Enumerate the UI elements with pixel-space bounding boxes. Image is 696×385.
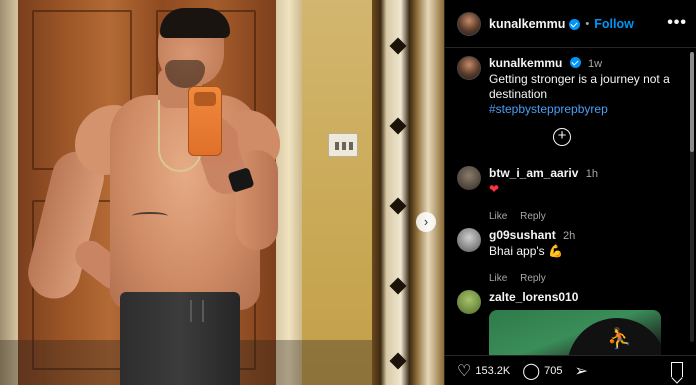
author-avatar[interactable] xyxy=(457,11,481,36)
chest-tattoo xyxy=(132,212,168,220)
post-photo[interactable]: › xyxy=(0,0,444,385)
commenter-username[interactable]: zalte_lorens010 xyxy=(489,290,578,304)
comment-text: Bhai app's 💪 xyxy=(489,244,563,258)
verified-badge-icon xyxy=(569,19,581,30)
comment-actions: Like Reply xyxy=(489,209,598,224)
commenter-username[interactable]: btw_i_am_aariv xyxy=(489,166,578,180)
caption-body: kunalkemmu 1w Getting stronger is a jour… xyxy=(489,56,677,117)
mirror-frame xyxy=(372,0,444,385)
comment-time: 2h xyxy=(563,230,576,242)
comment-count[interactable]: 705 xyxy=(544,365,562,377)
separator-dot: • xyxy=(585,17,590,30)
light-switch xyxy=(328,133,358,157)
like-comment-button[interactable]: Like xyxy=(489,211,507,222)
commenter-username[interactable]: g09sushant xyxy=(489,228,556,242)
caption-text: Getting stronger is a journey not a dest… xyxy=(489,72,670,101)
smartphone xyxy=(188,86,222,156)
heart-icon[interactable]: ♡ xyxy=(457,361,471,381)
commenter-avatar[interactable] xyxy=(457,166,481,190)
chevron-right-icon[interactable]: › xyxy=(416,212,436,232)
bookmark-icon[interactable] xyxy=(671,362,683,377)
author-username[interactable]: kunalkemmu xyxy=(489,17,565,31)
comment-image[interactable]: ⛹ xyxy=(489,310,661,355)
scrollbar-thumb[interactable] xyxy=(690,52,694,152)
post-viewer: › kunalkemmu • Follow ••• kunalkemmu 1w … xyxy=(0,0,696,385)
post-side-panel: kunalkemmu • Follow ••• kunalkemmu 1w Ge… xyxy=(444,0,696,385)
commenter-avatar[interactable] xyxy=(457,228,481,252)
jumpman-logo-icon: ⛹ xyxy=(607,328,632,350)
caption-hashtag[interactable]: #stepbystepprepbyrep xyxy=(489,102,608,116)
person-figure xyxy=(0,0,320,385)
hair xyxy=(160,8,230,38)
phone-camera xyxy=(194,92,216,106)
post-header: kunalkemmu • Follow ••• xyxy=(445,0,696,48)
black-shorts xyxy=(120,292,240,385)
comment-item: btw_i_am_aariv 1h ❤ Like Reply xyxy=(457,166,677,224)
commenter-avatar[interactable] xyxy=(457,290,481,314)
reply-comment-button[interactable]: Reply xyxy=(520,211,546,222)
shorts-drawstring xyxy=(190,300,204,322)
like-comment-button[interactable]: Like xyxy=(489,273,507,284)
post-actions-bar: ♡ 153.2K ◯ 705 ➢ xyxy=(445,355,696,385)
comment-item: g09sushant 2h Bhai app's 💪 Like Reply xyxy=(457,228,677,286)
verified-badge-icon xyxy=(569,57,581,68)
comment-actions: Like Reply xyxy=(489,271,575,286)
comment-body: g09sushant 2h Bhai app's 💪 Like Reply xyxy=(489,228,575,286)
reply-comment-button[interactable]: Reply xyxy=(520,273,546,284)
comment-icon[interactable]: ◯ xyxy=(522,361,540,381)
comments-scroll-area[interactable]: kunalkemmu 1w Getting stronger is a jour… xyxy=(445,48,696,355)
comment-text: ❤ xyxy=(489,182,500,196)
more-options-icon[interactable]: ••• xyxy=(667,14,687,32)
send-icon[interactable]: ➢ xyxy=(574,361,587,381)
like-count[interactable]: 153.2K xyxy=(475,365,510,377)
caption-time: 1w xyxy=(588,58,603,70)
comment-body: btw_i_am_aariv 1h ❤ Like Reply xyxy=(489,166,598,224)
plus-circle-icon[interactable]: + xyxy=(553,128,571,146)
post-caption: kunalkemmu 1w Getting stronger is a jour… xyxy=(457,56,677,117)
comment-time: 1h xyxy=(585,168,598,180)
follow-button[interactable]: Follow xyxy=(594,17,634,31)
caption-author-avatar[interactable] xyxy=(457,56,481,80)
caption-author-username[interactable]: kunalkemmu xyxy=(489,56,562,70)
